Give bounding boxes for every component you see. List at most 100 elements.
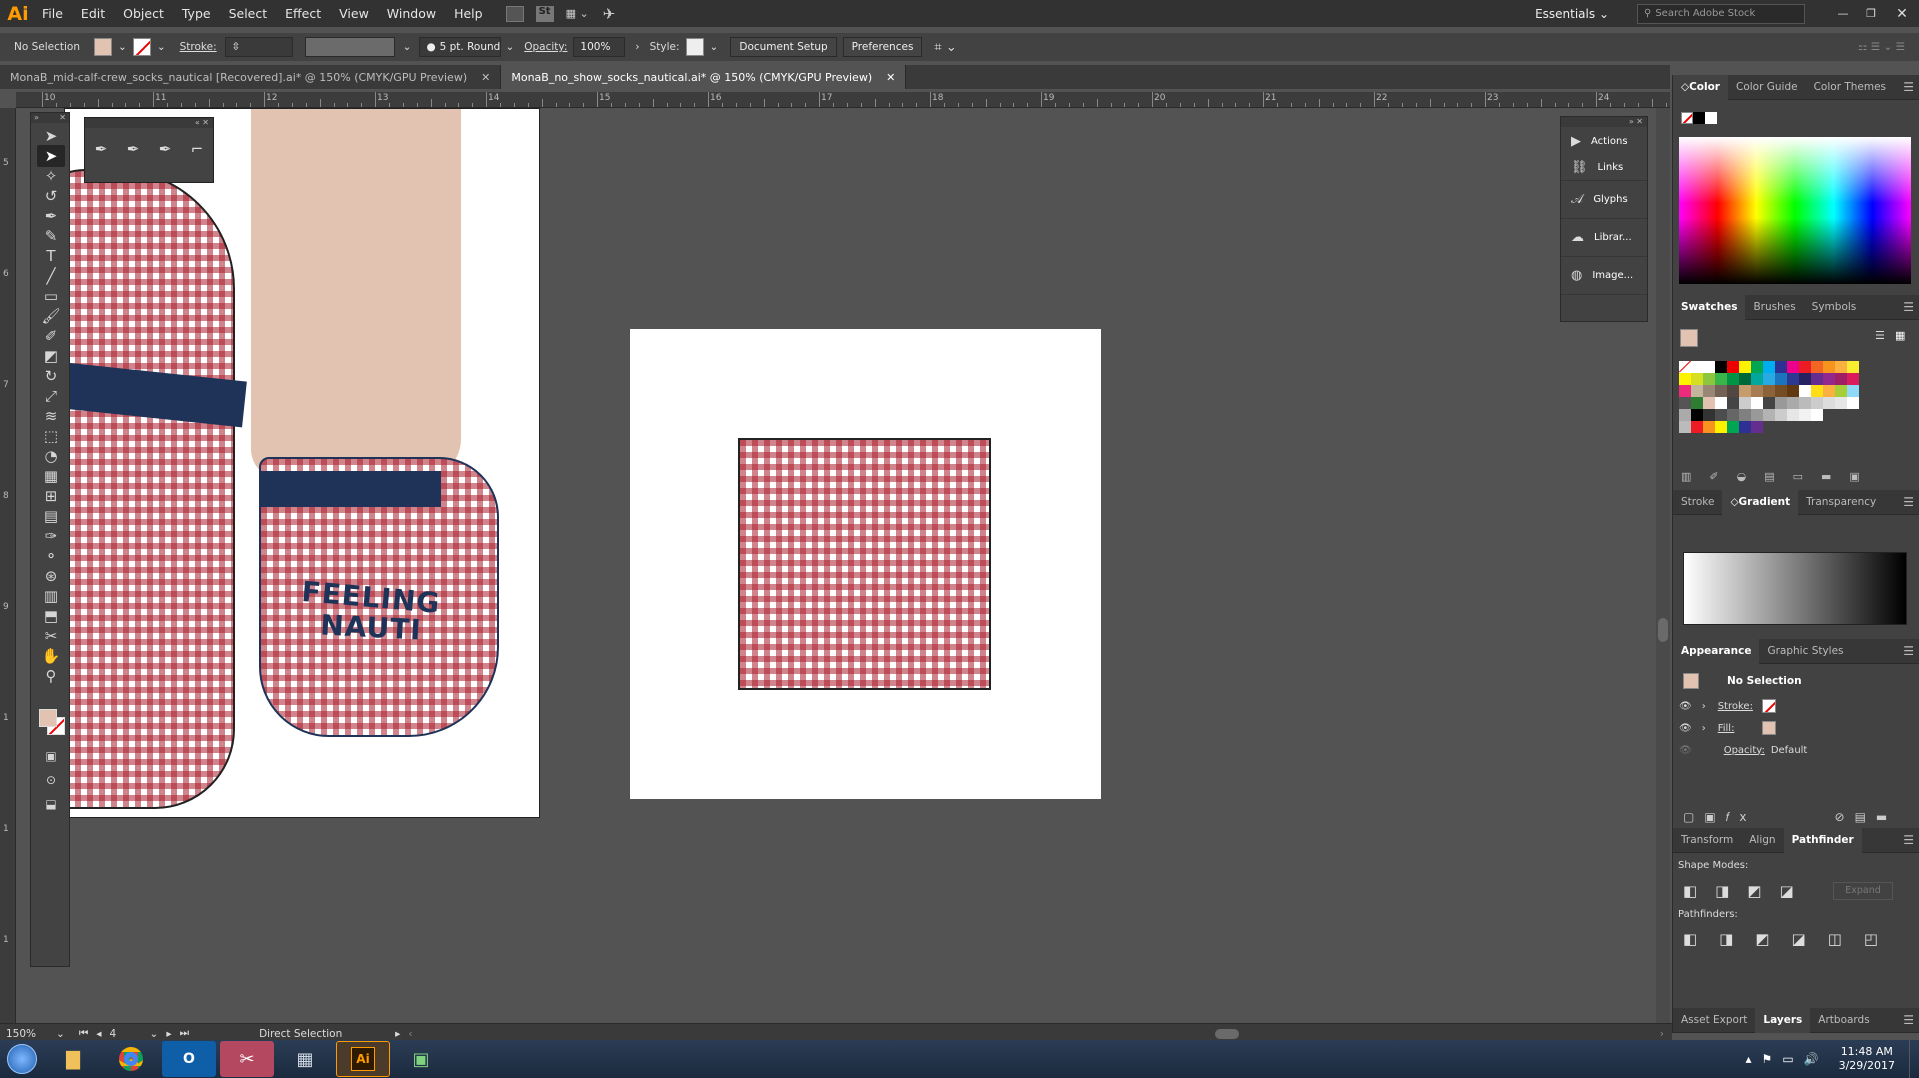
color-swatch[interactable] xyxy=(1835,385,1847,397)
tab-appearance[interactable]: Appearance xyxy=(1673,638,1760,664)
dock-item-glyph[interactable]: 𝒜 Glyphs xyxy=(1561,181,1647,219)
scale-tool-icon[interactable]: ⤢ xyxy=(37,385,65,407)
menu-type[interactable]: Type xyxy=(173,6,220,21)
menu-edit[interactable]: Edit xyxy=(72,6,114,21)
chrome-icon[interactable] xyxy=(104,1041,158,1077)
chevron-down-icon[interactable]: ⌄ xyxy=(56,1028,65,1040)
grid-view-icon[interactable]: ▦ xyxy=(1895,329,1905,342)
tab-brushes[interactable]: Brushes xyxy=(1745,295,1803,320)
color-swatch[interactable] xyxy=(1763,409,1775,421)
color-swatch[interactable] xyxy=(1727,409,1739,421)
system-tray-icons[interactable]: ▴⚑▭🔊 xyxy=(1746,1052,1829,1066)
start-button[interactable] xyxy=(0,1040,44,1078)
rectangle-tool-icon[interactable]: ▭ xyxy=(37,285,65,307)
panel-menu-icon[interactable]: ☰ xyxy=(1903,833,1914,847)
chevron-down-icon[interactable]: ⌄ xyxy=(118,41,127,53)
fill-row-label[interactable]: Fill: xyxy=(1718,723,1762,734)
pen-tool-icon[interactable]: ✒ xyxy=(37,205,65,227)
color-swatch[interactable] xyxy=(1775,373,1787,385)
show-desktop-button[interactable] xyxy=(1909,1040,1919,1078)
maximize-icon[interactable]: ❐ xyxy=(1857,7,1885,20)
terminal-icon[interactable]: ▣ xyxy=(394,1041,448,1077)
color-swatch[interactable] xyxy=(1727,373,1739,385)
color-swatch[interactable] xyxy=(1727,421,1739,433)
color-swatch[interactable] xyxy=(1739,409,1751,421)
dock-item-image-trace[interactable]: ◍ Image... xyxy=(1561,257,1647,295)
color-swatch[interactable] xyxy=(1715,409,1727,421)
outlook-icon[interactable]: O xyxy=(162,1041,216,1077)
chevron-down-icon[interactable]: ⌄ xyxy=(505,41,514,53)
drawing-mode-icon[interactable]: ⊙ xyxy=(37,769,65,791)
color-swatch[interactable] xyxy=(1775,409,1787,421)
free-transform-tool-icon[interactable]: ⬚ xyxy=(37,425,65,447)
tab-stroke[interactable]: Stroke xyxy=(1673,490,1722,515)
hand-tool-icon[interactable]: ✋ xyxy=(37,645,65,667)
artboard-pattern[interactable] xyxy=(630,329,1101,799)
left-sock[interactable] xyxy=(65,169,235,809)
mesh-tool-icon[interactable]: ⊞ xyxy=(37,485,65,507)
pen-tool-icon[interactable]: ✒ xyxy=(95,140,108,158)
color-swatch[interactable] xyxy=(1739,421,1751,433)
tab-color-guide[interactable]: Color Guide xyxy=(1728,75,1806,100)
paintbrush-tool-icon[interactable]: 🖌 xyxy=(37,305,65,327)
menu-window[interactable]: Window xyxy=(378,6,445,21)
control-bar-options-icon[interactable]: ⚏ ☰ ⌄ ☰ xyxy=(1858,41,1905,53)
appearance-fill-row[interactable]: 👁 › Fill: xyxy=(1679,718,1911,738)
tab-symbols[interactable]: Symbols xyxy=(1804,295,1865,320)
color-swatch[interactable] xyxy=(1739,397,1751,409)
bridge-icon[interactable] xyxy=(505,5,524,22)
horizontal-scroll-right-icon[interactable]: › xyxy=(1660,1028,1664,1040)
color-swatch[interactable] xyxy=(1715,373,1727,385)
color-swatch[interactable] xyxy=(1751,409,1763,421)
pathfinder-buttons[interactable]: ◧◨◩◪◫◰ xyxy=(1683,930,1900,948)
fill-stroke-indicator[interactable] xyxy=(39,709,65,735)
chevron-down-icon[interactable]: ⌄ xyxy=(710,41,719,53)
color-swatch[interactable] xyxy=(1715,385,1727,397)
last-artboard-icon[interactable]: ⏭ xyxy=(180,1027,189,1040)
color-swatch[interactable] xyxy=(1823,361,1835,373)
color-swatch[interactable] xyxy=(1727,361,1739,373)
color-swatch[interactable] xyxy=(1811,397,1823,409)
transform-icon[interactable]: ⌗ ⌄ xyxy=(934,40,956,55)
stroke-swatch-small[interactable] xyxy=(1761,699,1776,713)
color-swatch[interactable] xyxy=(1775,385,1787,397)
scroll-thumb[interactable] xyxy=(1658,618,1668,642)
screen-mode-icon[interactable]: ⬓ xyxy=(37,793,65,815)
color-swatch[interactable] xyxy=(1715,421,1727,433)
horizontal-scroll-thumb[interactable] xyxy=(1214,1028,1239,1039)
tab-layers[interactable]: Layers xyxy=(1755,1007,1811,1033)
gradient-tool-icon[interactable]: ▤ xyxy=(37,505,65,527)
color-swatch[interactable] xyxy=(1679,373,1691,385)
color-swatch[interactable] xyxy=(1847,397,1859,409)
chevron-down-icon[interactable]: ⌄ xyxy=(403,41,412,53)
color-swatch[interactable] xyxy=(1835,373,1847,385)
color-swatch[interactable] xyxy=(1691,397,1703,409)
tab-gradient[interactable]: ◇ Gradient xyxy=(1722,489,1799,515)
expand-button[interactable]: Expand xyxy=(1833,882,1893,900)
menu-object[interactable]: Object xyxy=(114,6,173,21)
color-swatch[interactable] xyxy=(1751,373,1763,385)
document-tab-no-show[interactable]: MonaB_no_show_socks_nautical.ai* @ 150% … xyxy=(501,65,907,89)
slice-tool-icon[interactable]: ✂ xyxy=(37,625,65,647)
color-swatch[interactable] xyxy=(1715,361,1727,373)
color-swatch[interactable] xyxy=(1847,385,1859,397)
visibility-icon[interactable]: 👁 xyxy=(1679,745,1692,756)
color-swatch[interactable] xyxy=(1691,385,1703,397)
color-swatch[interactable] xyxy=(1703,373,1715,385)
stroke-row-label[interactable]: Stroke: xyxy=(1718,701,1762,712)
zoom-level[interactable]: 150% xyxy=(6,1028,56,1040)
color-swatch[interactable] xyxy=(1799,409,1811,421)
horizontal-scroll-left-icon[interactable]: ‹ xyxy=(408,1028,412,1040)
direct-selection-tool-icon[interactable]: ➤ xyxy=(37,145,65,167)
brush-definition[interactable]: ● 5 pt. Round xyxy=(419,37,502,57)
color-swatch[interactable] xyxy=(1799,385,1811,397)
color-swatch[interactable] xyxy=(1679,409,1691,421)
color-swatch[interactable] xyxy=(1703,397,1715,409)
color-swatch[interactable] xyxy=(1799,373,1811,385)
black-swatch[interactable] xyxy=(1693,112,1705,124)
clock[interactable]: 11:48 AM 3/29/2017 xyxy=(1839,1045,1895,1073)
menu-file[interactable]: File xyxy=(33,6,72,21)
color-swatch[interactable] xyxy=(1823,397,1835,409)
menu-effect[interactable]: Effect xyxy=(276,6,330,21)
color-swatch[interactable] xyxy=(1787,373,1799,385)
